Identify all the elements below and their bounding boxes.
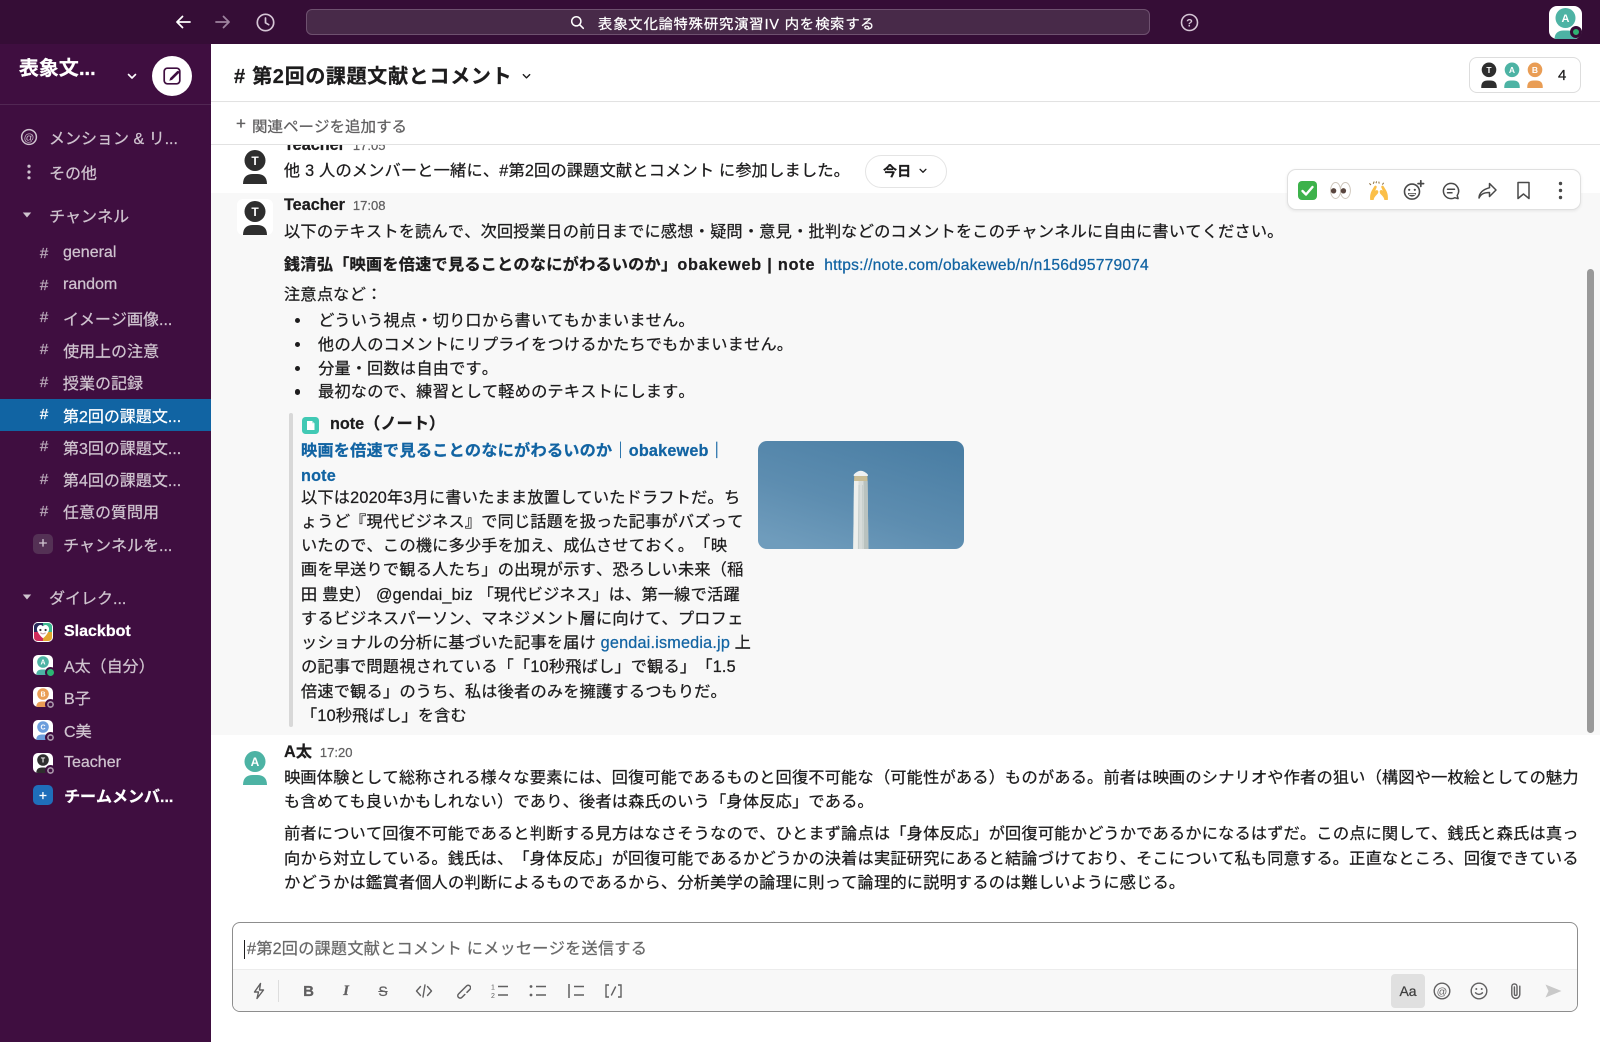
svg-text:T: T	[41, 757, 46, 764]
svg-text:@: @	[1437, 986, 1448, 998]
svg-text:A: A	[40, 659, 45, 666]
svg-text:T: T	[1486, 65, 1492, 75]
svg-text:T: T	[251, 205, 259, 219]
svg-text:A: A	[1562, 12, 1570, 24]
svg-text:C: C	[40, 724, 45, 731]
svg-text:2: 2	[491, 993, 495, 999]
svg-text:@: @	[24, 132, 35, 144]
svg-text:A: A	[251, 755, 260, 769]
svg-text:B: B	[40, 692, 45, 699]
svg-text:?: ?	[1186, 17, 1193, 29]
svg-text:1: 1	[491, 985, 495, 992]
svg-text:T: T	[251, 154, 259, 168]
svg-text:B: B	[1532, 65, 1538, 75]
svg-text:A: A	[1509, 65, 1515, 75]
